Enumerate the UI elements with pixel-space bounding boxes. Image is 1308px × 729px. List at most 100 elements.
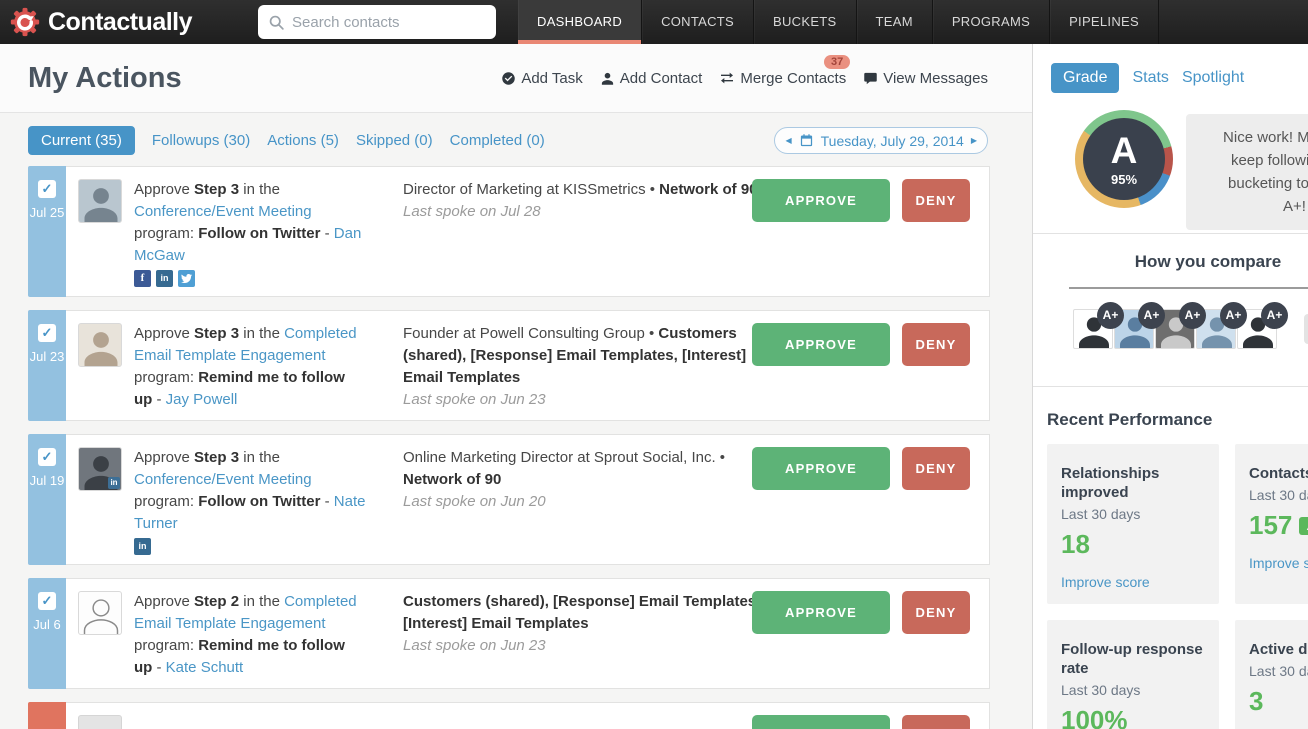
action-row: Jul 25 Approve Step 3 in the Conference/…	[28, 166, 990, 297]
trend-up-badge: ▲ 1	[1299, 517, 1308, 535]
sidebar: Grade Stats Spotlight A 95% Nice work! M…	[1032, 44, 1308, 729]
action-row: APPROVE DENY	[28, 702, 990, 729]
bubble-line: keep following up and	[1196, 149, 1308, 172]
social-icons: f in	[134, 270, 366, 287]
actions-list: Jul 25 Approve Step 3 in the Conference/…	[0, 166, 1032, 729]
metric-value: 157 ▲ 1	[1249, 510, 1308, 541]
last-spoke: Last spoke on Jul 28	[403, 201, 761, 223]
contact-avatar[interactable]	[78, 715, 122, 729]
sidebar-tabs: Grade Stats Spotlight	[1051, 63, 1308, 93]
add-contact-button[interactable]: Add Contact	[600, 70, 703, 87]
approve-button[interactable]: APPROVE	[752, 447, 890, 490]
deny-button[interactable]: DENY	[902, 591, 970, 634]
header-actions: Add Task Add Contact Merge Contacts 37	[501, 70, 1032, 87]
action-date: Jul 23	[30, 349, 65, 364]
nav-item-contacts[interactable]: CONTACTS	[642, 0, 754, 44]
metric-title: Follow-up response rate	[1061, 640, 1205, 678]
twitter-icon[interactable]	[178, 270, 195, 287]
nav-item-pipelines[interactable]: PIPELINES	[1050, 0, 1159, 44]
tab-spotlight[interactable]: Spotlight	[1182, 69, 1244, 87]
merge-contacts-button[interactable]: Merge Contacts 37	[719, 70, 846, 87]
grade-letter: A	[1111, 132, 1138, 169]
linkedin-icon[interactable]: in	[134, 538, 151, 555]
nav-item-dashboard[interactable]: DASHBOARD	[518, 0, 642, 44]
tab-followups[interactable]: Followups (30)	[152, 132, 250, 149]
compare-all-button[interactable]: ALL	[1304, 314, 1308, 344]
brand-logo[interactable]: Contactually	[0, 7, 192, 37]
action-row: Jul 23 Approve Step 3 in the Completed E…	[28, 310, 990, 421]
social-icons: in	[134, 538, 366, 555]
improve-score-link[interactable]: Improve score	[1249, 555, 1308, 571]
teammate-avatar[interactable]: A+	[1073, 309, 1113, 349]
main-content: My Actions Add Task Add Contact	[0, 44, 1032, 729]
grade-message-bubble: Nice work! Make sure to keep following u…	[1186, 114, 1308, 230]
deny-button[interactable]: DENY	[902, 323, 970, 366]
grade-donut: A 95%	[1075, 110, 1173, 208]
approve-button[interactable]: APPROVE	[752, 323, 890, 366]
tab-actions[interactable]: Actions (5)	[267, 132, 339, 149]
performance-card: Relationships improved Last 30 days 18 I…	[1047, 444, 1219, 604]
nav-item-team[interactable]: TEAM	[857, 0, 933, 44]
grade-badge: A+	[1220, 302, 1247, 329]
contact-avatar[interactable]	[78, 591, 122, 635]
action-checkbox[interactable]	[38, 448, 56, 466]
contact-avatar[interactable]	[78, 323, 122, 367]
contact-avatar[interactable]	[78, 179, 122, 223]
person-sketch-icon	[79, 592, 122, 635]
page: Contactually DASHBOARD CONTACTS BUCKETS …	[0, 0, 1308, 729]
brand-name: Contactually	[48, 8, 192, 37]
metric-period: Last 30 days	[1249, 487, 1308, 503]
improve-score-link[interactable]: Improve score	[1061, 574, 1205, 590]
metric-title: Contacts spoken to	[1249, 464, 1308, 483]
action-checkbox[interactable]	[38, 324, 56, 342]
linkedin-icon[interactable]: in	[156, 270, 173, 287]
bubble-line: bucketing to keep your	[1196, 172, 1308, 195]
add-task-button[interactable]: Add Task	[501, 70, 582, 87]
nav-item-programs[interactable]: PROGRAMS	[933, 0, 1050, 44]
divider	[1069, 287, 1308, 289]
view-messages-button[interactable]: View Messages	[863, 70, 988, 87]
last-spoke: Last spoke on Jun 23	[403, 389, 761, 411]
performance-heading: Recent Performance	[1047, 410, 1308, 430]
tab-current[interactable]: Current (35)	[28, 126, 135, 155]
previous-day-icon[interactable]: ◀	[785, 136, 791, 145]
approve-button[interactable]: APPROVE	[752, 715, 890, 729]
action-description: Approve Step 2 in the Completed Email Te…	[134, 591, 366, 679]
compare-heading: How you compare	[1033, 252, 1308, 272]
grade-percent: 95%	[1111, 172, 1137, 187]
grade-badge: A+	[1138, 302, 1165, 329]
performance-section: Recent Performance Relationships improve…	[1033, 394, 1308, 729]
contact-avatar[interactable]: in	[78, 447, 122, 491]
action-date-strip: Jul 19	[28, 434, 66, 565]
action-checkbox[interactable]	[38, 592, 56, 610]
performance-card: Follow-up response rate Last 30 days 100…	[1047, 620, 1219, 729]
merge-arrows-icon	[719, 70, 735, 86]
tab-stats[interactable]: Stats	[1132, 69, 1168, 87]
tab-completed[interactable]: Completed (0)	[450, 132, 545, 149]
action-date-strip: Jul 6	[28, 578, 66, 689]
nav-item-buckets[interactable]: BUCKETS	[754, 0, 857, 44]
action-description: Approve Step 3 in the Conference/Event M…	[134, 179, 366, 287]
performance-card: Active deals Last 30 days 3 Improve scor…	[1235, 620, 1308, 729]
action-date-strip: Jul 23	[28, 310, 66, 421]
deny-button[interactable]: DENY	[902, 179, 970, 222]
next-day-icon[interactable]: ▶	[971, 136, 977, 145]
approve-button[interactable]: APPROVE	[752, 179, 890, 222]
deny-button[interactable]: DENY	[902, 715, 970, 729]
metric-period: Last 30 days	[1061, 682, 1205, 698]
action-date: Jul 25	[30, 205, 65, 220]
add-user-icon	[600, 71, 615, 86]
bubble-line: Nice work! Make sure to	[1196, 126, 1308, 149]
search-input[interactable]	[292, 14, 462, 31]
action-row: Jul 6 Approve Step 2 in the Completed Em…	[28, 578, 990, 689]
facebook-icon[interactable]: f	[134, 270, 151, 287]
approve-button[interactable]: APPROVE	[752, 591, 890, 634]
tab-skipped[interactable]: Skipped (0)	[356, 132, 433, 149]
action-checkbox[interactable]	[38, 180, 56, 198]
deny-button[interactable]: DENY	[902, 447, 970, 490]
view-messages-label: View Messages	[883, 70, 988, 87]
tab-grade[interactable]: Grade	[1051, 63, 1119, 93]
action-description: Approve Step 3 in the Conference/Event M…	[134, 447, 366, 555]
date-picker[interactable]: ◀ Tuesday, July 29, 2014 ▶	[774, 127, 988, 154]
search-box[interactable]	[258, 5, 496, 39]
